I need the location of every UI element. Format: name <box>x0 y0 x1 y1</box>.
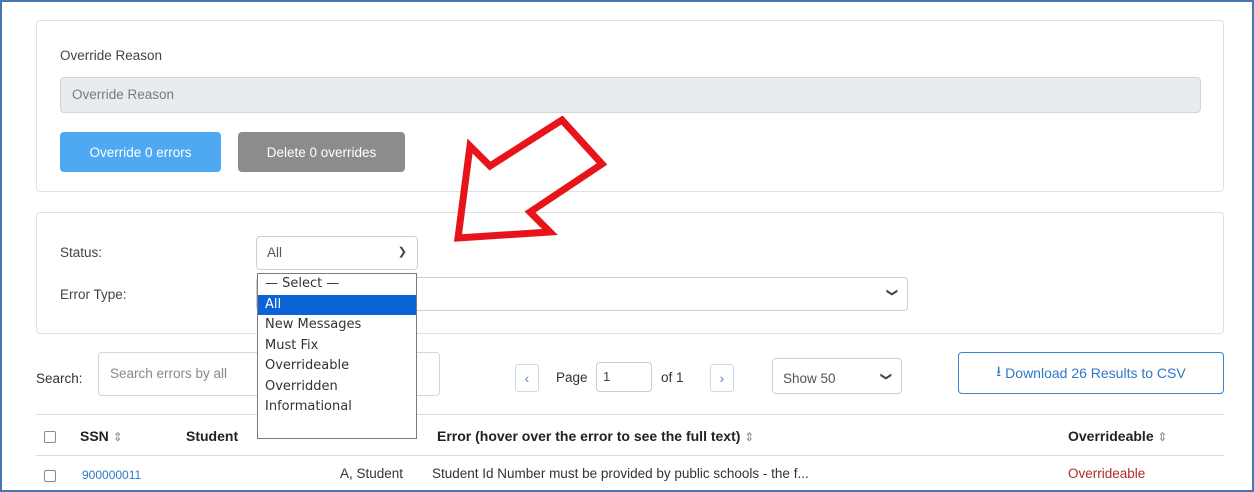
status-option-all[interactable]: All <box>258 294 416 315</box>
chevron-down-icon: ❯ <box>397 246 407 258</box>
status-option-overrideable[interactable]: Overrideable <box>258 356 416 377</box>
prev-page-button[interactable]: ‹ <box>515 364 539 392</box>
column-header-error-label: Error (hover over the error to see the f… <box>437 428 741 444</box>
column-header-overrideable[interactable]: Overrideable ⇕ <box>1068 428 1168 444</box>
page-size-value: Show 50 <box>783 371 836 386</box>
status-select-value: All <box>267 245 283 260</box>
column-header-student-label: Student <box>186 428 239 444</box>
override-errors-button[interactable]: Override 0 errors <box>60 132 221 172</box>
download-icon: ⭳ <box>996 363 1002 379</box>
status-option-informational[interactable]: Informational <box>258 397 416 418</box>
sort-icon: ⇕ <box>112 430 123 444</box>
chevron-down-icon: ❯ <box>885 287 898 298</box>
annotation-arrow-icon <box>453 116 608 242</box>
filter-panel <box>36 212 1224 334</box>
download-csv-button[interactable]: ⭳ Download 26 Results to CSV <box>958 352 1224 394</box>
status-option-new-messages[interactable]: New Messages <box>258 315 416 336</box>
row-student-name: A, Student <box>340 466 404 481</box>
delete-overrides-button[interactable]: Delete 0 overrides <box>238 132 405 172</box>
chevron-right-icon: › <box>719 370 725 386</box>
page-total-label: of 1 <box>661 370 684 385</box>
row-error-text: Student Id Number must be provided by pu… <box>432 466 809 481</box>
column-header-ssn[interactable]: SSN ⇕ <box>80 428 123 444</box>
status-option-must-fix[interactable]: Must Fix <box>258 336 416 357</box>
page-label: Page <box>556 370 588 385</box>
download-csv-label: Download 26 Results to CSV <box>1005 365 1186 381</box>
status-dropdown-list[interactable]: — Select — All New Messages Must Fix Ove… <box>257 273 417 439</box>
page-size-select[interactable]: Show 50 ❯ <box>772 358 902 394</box>
chevron-down-icon: ❯ <box>879 371 892 382</box>
row-ssn-link[interactable]: 900000011 <box>82 468 141 482</box>
column-header-ssn-label: SSN <box>80 428 109 444</box>
status-option-select[interactable]: — Select — <box>258 274 416 295</box>
override-reason-label: Override Reason <box>60 48 163 63</box>
column-header-overrideable-label: Overrideable <box>1068 428 1154 444</box>
select-all-checkbox[interactable] <box>44 431 56 443</box>
sort-icon: ⇕ <box>1157 430 1168 444</box>
error-type-label: Error Type: <box>60 287 127 302</box>
search-label: Search: <box>36 371 83 386</box>
sort-icon: ⇕ <box>744 430 755 444</box>
status-option-overridden[interactable]: Overridden <box>258 377 416 398</box>
page-number-input[interactable]: 1 <box>596 362 652 392</box>
status-select[interactable]: All ❯ <box>256 236 418 270</box>
column-header-error[interactable]: Error (hover over the error to see the f… <box>437 428 754 444</box>
column-header-student[interactable]: Student <box>186 428 238 444</box>
status-label: Status: <box>60 245 103 260</box>
row-overrideable-status: Overrideable <box>1068 466 1146 481</box>
table-header-divider <box>36 455 1224 456</box>
row-checkbox[interactable] <box>44 470 56 482</box>
override-reason-input[interactable]: Override Reason <box>60 77 1201 113</box>
table-top-divider <box>36 414 1224 415</box>
next-page-button[interactable]: › <box>710 364 734 392</box>
chevron-left-icon: ‹ <box>524 370 530 386</box>
